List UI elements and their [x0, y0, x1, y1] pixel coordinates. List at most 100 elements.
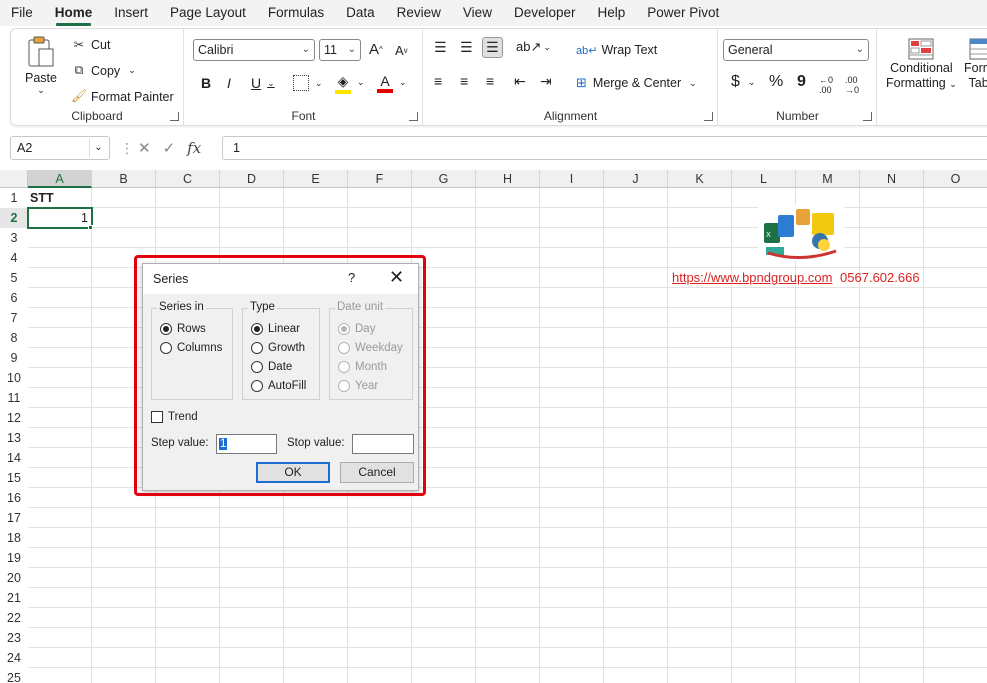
column-header[interactable]: N	[860, 170, 924, 188]
grow-font-button[interactable]: A ^	[369, 41, 383, 58]
row-header[interactable]: 24	[0, 648, 28, 668]
number-format-select[interactable]: General ⌄	[723, 39, 869, 61]
decrease-decimal-button[interactable]: .00 →0	[845, 75, 859, 95]
row-header[interactable]: 25	[0, 668, 28, 683]
row-header[interactable]: 23	[0, 628, 28, 648]
borders-button[interactable]: ⌄	[293, 75, 323, 91]
row-header[interactable]: 19	[0, 548, 28, 568]
row-header[interactable]: 8	[0, 328, 28, 348]
menu-data[interactable]: Data	[335, 0, 386, 26]
chevron-down-icon[interactable]: ⌄	[89, 139, 107, 157]
cut-button[interactable]: ✂ Cut	[71, 37, 111, 53]
column-header[interactable]: D	[220, 170, 284, 188]
column-header[interactable]: G	[412, 170, 476, 188]
column-header[interactable]: O	[924, 170, 987, 188]
paste-chevron-icon[interactable]: ⌄	[37, 85, 45, 96]
increase-indent-button[interactable]: ⇥	[540, 73, 552, 90]
comma-button[interactable]: 9	[797, 73, 806, 91]
align-center-button[interactable]: ≡	[460, 73, 468, 89]
chevron-down-icon[interactable]: ⌄	[689, 78, 697, 89]
align-left-button[interactable]: ≡	[434, 73, 442, 89]
bottom-align-button[interactable]: ☰	[482, 37, 503, 58]
paste-button[interactable]: Paste ⌄	[25, 35, 57, 96]
cancel-icon[interactable]: ✕	[138, 139, 151, 157]
row-header[interactable]: 5	[0, 268, 28, 288]
format-as-table-button[interactable]: Form Tab	[964, 37, 987, 91]
menu-page-layout[interactable]: Page Layout	[159, 0, 257, 26]
percent-button[interactable]: %	[769, 73, 783, 91]
alignment-launcher-icon[interactable]	[704, 112, 713, 121]
row-header[interactable]: 10	[0, 368, 28, 388]
row-header[interactable]: 9	[0, 348, 28, 368]
row-header[interactable]: 15	[0, 468, 28, 488]
row-header[interactable]: 18	[0, 528, 28, 548]
menu-review[interactable]: Review	[386, 0, 452, 26]
row-header[interactable]: 22	[0, 608, 28, 628]
menu-home[interactable]: Home	[44, 0, 104, 26]
wrap-text-button[interactable]: ab↵ Wrap Text	[576, 43, 657, 57]
menu-insert[interactable]: Insert	[103, 0, 159, 26]
cell-a1[interactable]: STT	[30, 191, 54, 205]
copy-chevron-icon[interactable]: ⌄	[128, 65, 136, 76]
number-launcher-icon[interactable]	[863, 112, 872, 121]
copy-button[interactable]: ⧉ Copy ⌄	[71, 63, 136, 78]
menu-developer[interactable]: Developer	[503, 0, 587, 26]
fill-handle[interactable]	[88, 225, 93, 230]
orientation-button[interactable]: ab↗ ⌄	[516, 39, 551, 55]
conditional-formatting-button[interactable]: Conditional Formatting ⌄	[886, 37, 957, 92]
row-header[interactable]: 3	[0, 228, 28, 248]
merge-center-button[interactable]: ⊞ Merge & Center ⌄	[576, 75, 697, 91]
align-right-button[interactable]: ≡	[486, 73, 494, 89]
website-link[interactable]: https://www.bpndgroup.com	[672, 270, 832, 285]
select-all-corner[interactable]	[0, 170, 28, 188]
menu-power-pivot[interactable]: Power Pivot	[636, 0, 730, 26]
row-header[interactable]: 11	[0, 388, 28, 408]
shrink-font-button[interactable]: Av	[395, 43, 408, 58]
clipboard-launcher-icon[interactable]	[170, 112, 179, 121]
increase-decimal-button[interactable]: ←0.00	[819, 75, 833, 95]
enter-icon[interactable]: ✓	[163, 139, 176, 157]
italic-button[interactable]: I	[227, 75, 231, 91]
row-header[interactable]: 17	[0, 508, 28, 528]
formula-input[interactable]: 1	[222, 136, 987, 160]
column-header[interactable]: B	[92, 170, 156, 188]
menu-file[interactable]: File	[0, 0, 44, 26]
insert-function-icon[interactable]: fx	[187, 139, 201, 157]
column-header[interactable]: M	[796, 170, 860, 188]
row-header[interactable]: 20	[0, 568, 28, 588]
menu-view[interactable]: View	[452, 0, 503, 26]
column-header[interactable]: K	[668, 170, 732, 188]
underline-button[interactable]: U ⌄	[251, 75, 275, 91]
decrease-indent-button[interactable]: ⇤	[514, 73, 526, 90]
row-header[interactable]: 2	[0, 208, 28, 228]
row-header[interactable]: 13	[0, 428, 28, 448]
format-painter-button[interactable]: 🖌 Format Painter	[71, 89, 174, 104]
column-header[interactable]: F	[348, 170, 412, 188]
menu-formulas[interactable]: Formulas	[257, 0, 335, 26]
font-size-select[interactable]: 11 ⌄	[319, 39, 361, 61]
column-header[interactable]: J	[604, 170, 668, 188]
row-header[interactable]: 6	[0, 288, 28, 308]
row-header[interactable]: 1	[0, 188, 28, 208]
column-header[interactable]: H	[476, 170, 540, 188]
row-header[interactable]: 16	[0, 488, 28, 508]
column-header[interactable]: I	[540, 170, 604, 188]
row-header[interactable]: 7	[0, 308, 28, 328]
fill-color-button[interactable]: ◈	[335, 73, 351, 94]
chevron-down-icon[interactable]: ⌄	[399, 77, 407, 88]
font-color-button[interactable]: A	[377, 73, 393, 93]
bold-button[interactable]: B	[201, 75, 211, 91]
name-box[interactable]: A2 ⌄	[10, 136, 110, 160]
font-name-select[interactable]: Calibri ⌄	[193, 39, 315, 61]
chevron-down-icon[interactable]: ⌄	[357, 77, 365, 88]
column-header[interactable]: L	[732, 170, 796, 188]
row-header[interactable]: 21	[0, 588, 28, 608]
row-header[interactable]: 14	[0, 448, 28, 468]
column-header[interactable]: E	[284, 170, 348, 188]
column-header[interactable]: A	[28, 170, 92, 188]
row-header[interactable]: 12	[0, 408, 28, 428]
font-launcher-icon[interactable]	[409, 112, 418, 121]
top-align-button[interactable]: ☰	[434, 39, 449, 56]
currency-button[interactable]: $ ⌄	[731, 73, 755, 91]
middle-align-button[interactable]: ☰	[460, 39, 473, 56]
